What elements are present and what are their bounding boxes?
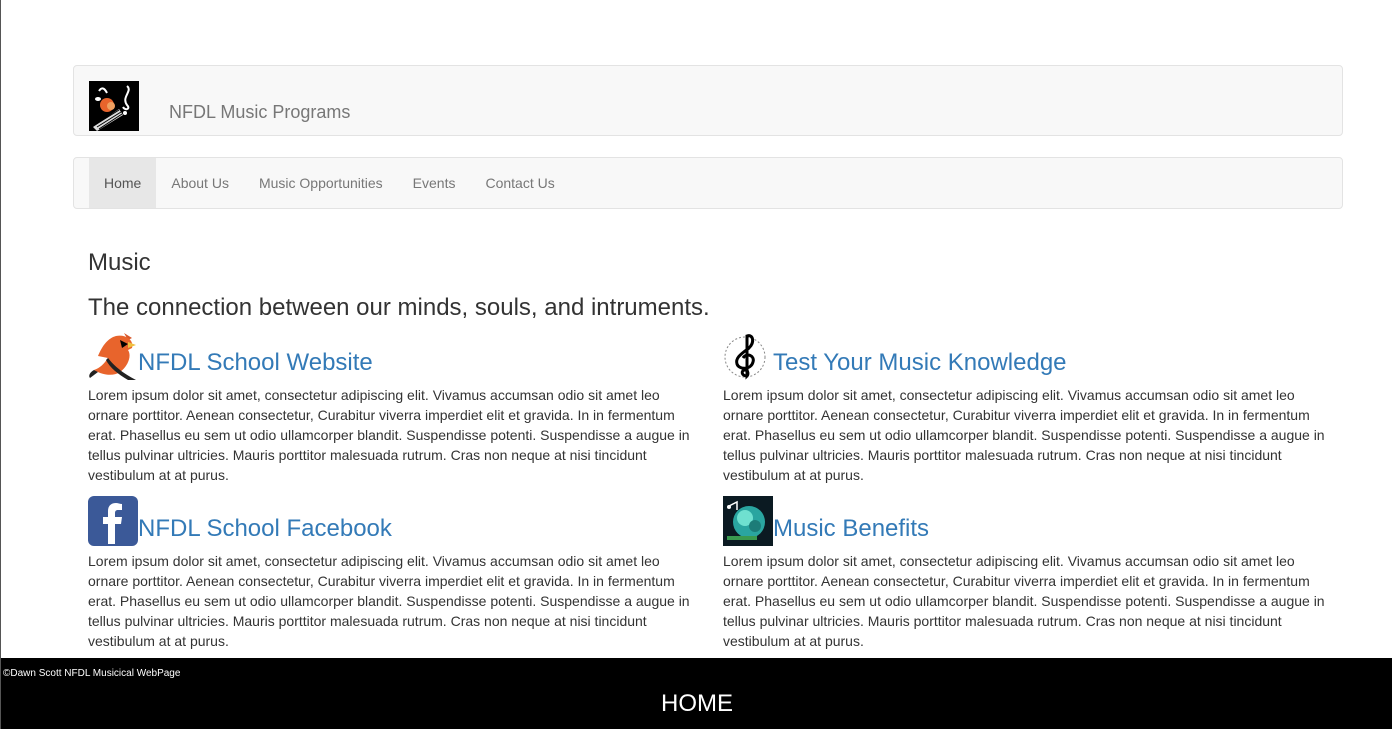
- footer-home-link[interactable]: HOME: [1, 690, 1392, 718]
- card-title-link[interactable]: NFDL School Facebook: [138, 517, 392, 546]
- card-title-link[interactable]: Test Your Music Knowledge: [773, 351, 1067, 380]
- nav-item-about-us[interactable]: About Us: [156, 158, 244, 208]
- card-header: NFDL School Website: [88, 330, 698, 380]
- nav-item-events[interactable]: Events: [398, 158, 471, 208]
- card-body-text: Lorem ipsum dolor sit amet, consectetur …: [723, 387, 1325, 483]
- nav-item-home[interactable]: Home: [89, 158, 157, 208]
- card-header: NFDL School Facebook: [88, 496, 698, 546]
- page: NFDL Music Programs Home About Us Music …: [0, 0, 1392, 729]
- card-title-link[interactable]: Music Benefits: [773, 517, 929, 546]
- card-body-text: Lorem ipsum dolor sit amet, consectetur …: [88, 387, 690, 483]
- footer-copyright: ©Dawn Scott NFDL Musicical WebPage: [3, 668, 181, 679]
- nav-item-contact-us[interactable]: Contact Us: [470, 158, 569, 208]
- card-school-facebook: NFDL School Facebook Lorem ipsum dolor s…: [88, 496, 698, 651]
- treble-clef-icon: [723, 330, 773, 380]
- card-body-text: Lorem ipsum dolor sit amet, consectetur …: [88, 553, 690, 649]
- nav-item-music-opportunities[interactable]: Music Opportunities: [244, 158, 398, 208]
- page-title: Music: [88, 249, 151, 276]
- footer: ©Dawn Scott NFDL Musicical WebPage HOME: [1, 658, 1392, 729]
- main-navbar: Home About Us Music Opportunities Events…: [73, 157, 1343, 209]
- card-title-link[interactable]: NFDL School Website: [138, 351, 373, 380]
- card-music-benefits: Music Benefits Lorem ipsum dolor sit ame…: [723, 496, 1333, 651]
- music-notes-logo-icon[interactable]: [89, 81, 139, 131]
- brand-header: NFDL Music Programs: [73, 65, 1343, 136]
- card-header: Music Benefits: [723, 496, 1333, 546]
- card-school-website: NFDL School Website Lorem ipsum dolor si…: [88, 330, 698, 485]
- brand-title[interactable]: NFDL Music Programs: [169, 102, 350, 123]
- facebook-icon: [88, 496, 138, 546]
- card-test-music-knowledge: Test Your Music Knowledge Lorem ipsum do…: [723, 330, 1333, 485]
- page-subtitle: The connection between our minds, souls,…: [88, 294, 710, 321]
- card-header: Test Your Music Knowledge: [723, 330, 1333, 380]
- card-body-text: Lorem ipsum dolor sit amet, consectetur …: [723, 553, 1325, 649]
- nav-list: Home About Us Music Opportunities Events…: [89, 158, 570, 208]
- cardinal-bird-icon: [88, 330, 138, 380]
- music-brain-icon: [723, 496, 773, 546]
